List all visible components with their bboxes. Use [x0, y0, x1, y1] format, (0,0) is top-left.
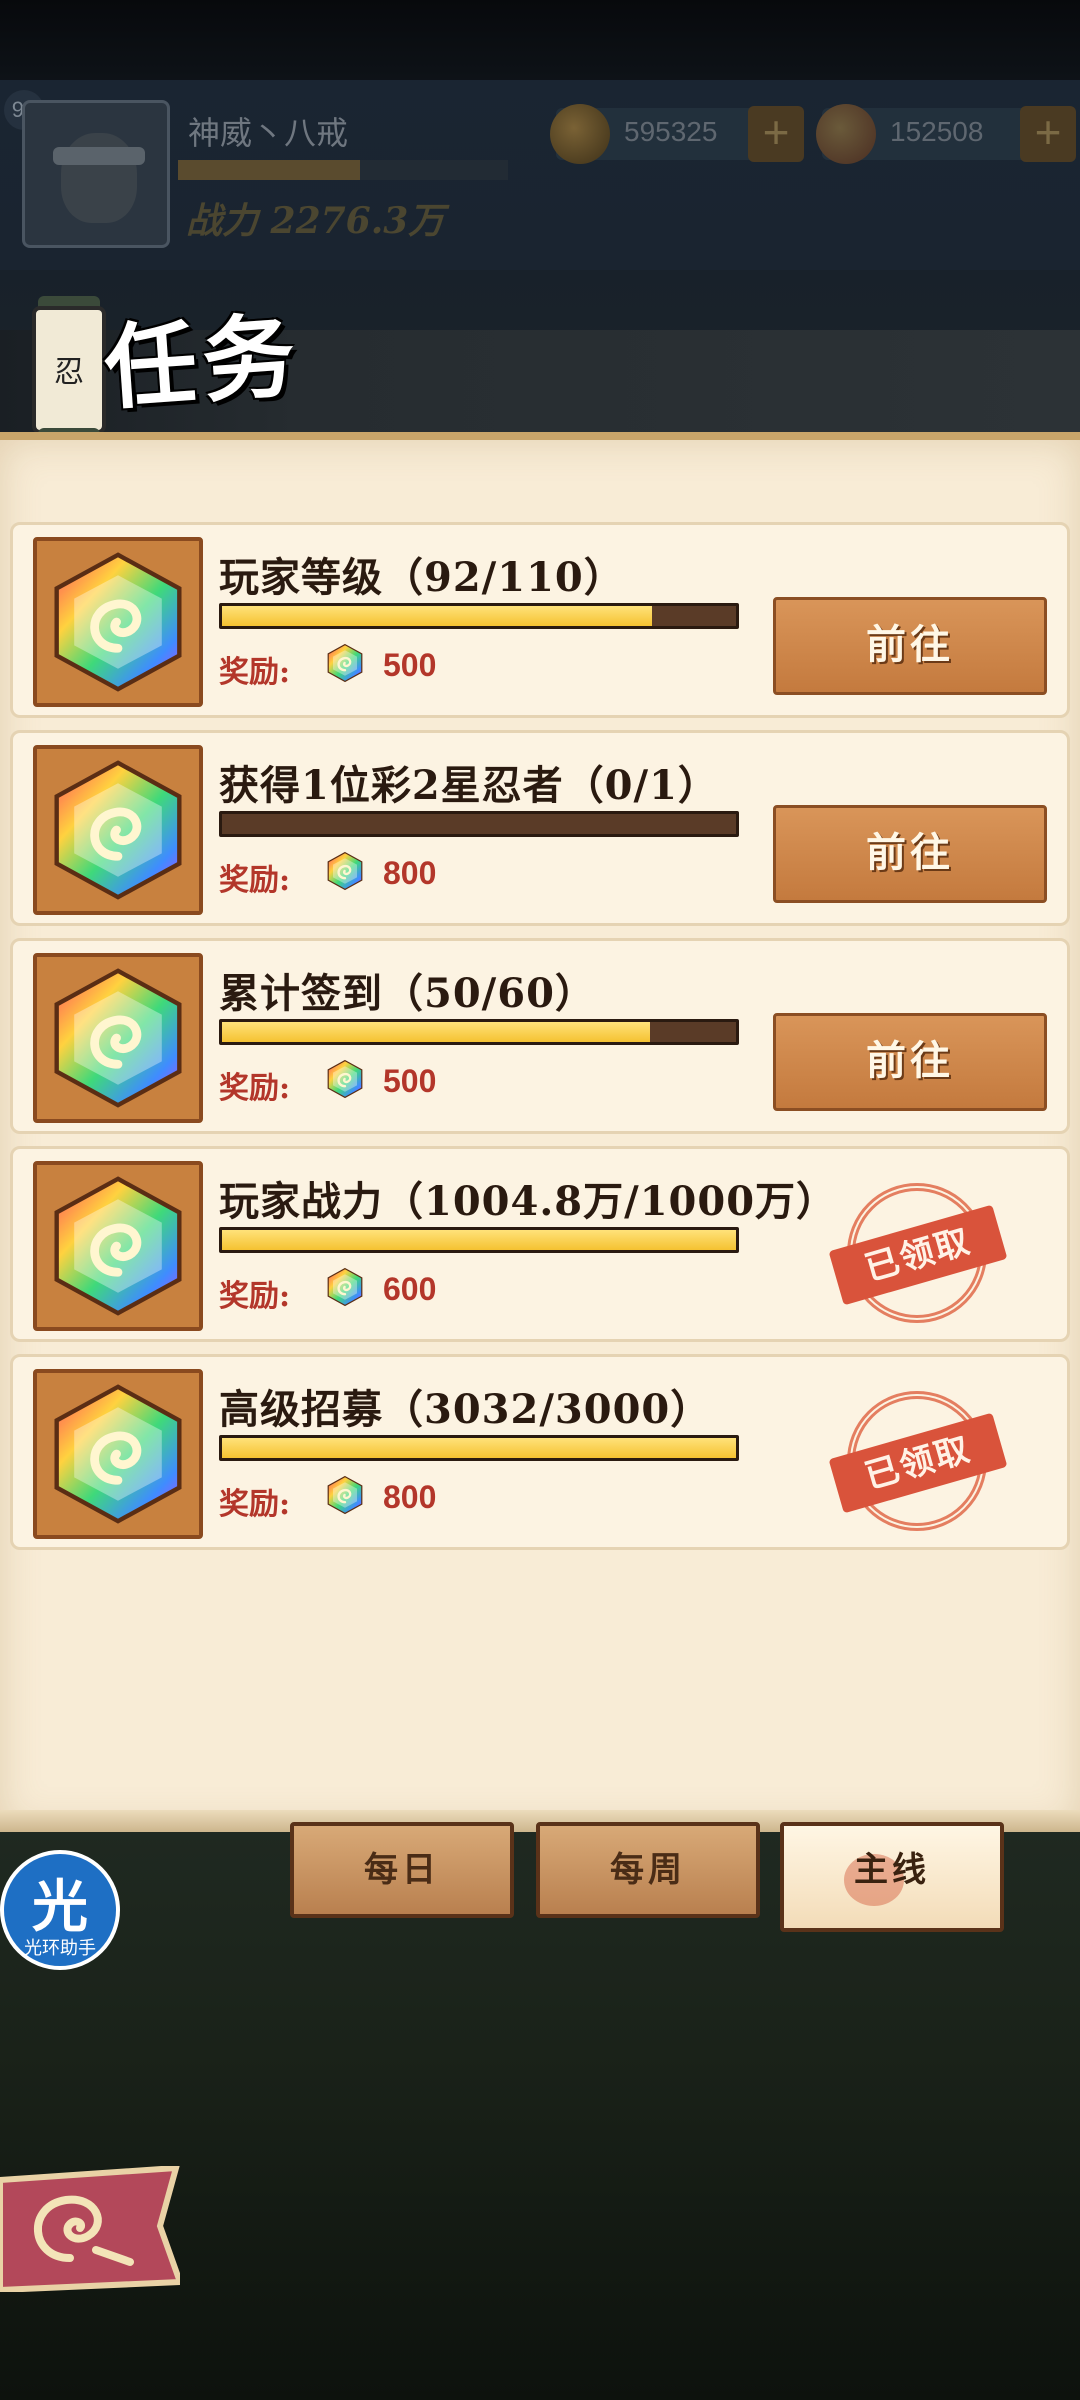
tab-weekly[interactable]: 每周 [536, 1822, 760, 1918]
reward-amount: 500 [383, 647, 437, 683]
tab-main-quest[interactable]: 主线 [780, 1822, 1004, 1932]
reward-gem-icon [325, 1475, 365, 1519]
reward-label: 奖励: [219, 1279, 291, 1314]
tab-weekly-label: 每周 [610, 1850, 686, 1890]
gem-value: 152508 [890, 116, 984, 147]
reward-amount: 800 [383, 855, 437, 891]
reward-label: 奖励: [219, 1487, 291, 1522]
reward-amount: 500 [383, 1063, 437, 1099]
go-button[interactable]: 前往 [773, 597, 1047, 695]
task-card: 高级招募（3032/3000） 奖励: 800 已领取 [10, 1354, 1070, 1550]
plus-icon: + [748, 106, 804, 162]
assistant-button[interactable]: 光 光环助手 [0, 1850, 120, 1970]
task-progress-fill [222, 606, 652, 626]
page-title: 任务 [100, 301, 305, 423]
task-progress-fill [222, 1022, 651, 1042]
scroll-glyph: 忍 [54, 355, 84, 390]
task-title: 高级招募（3032/3000） [219, 1386, 712, 1433]
task-card: 累计签到（50/60） 奖励: 500 前往 [10, 938, 1070, 1134]
back-banner-button[interactable] [0, 2166, 180, 2292]
player-avatar[interactable] [22, 100, 170, 248]
reward-gem-icon [325, 851, 365, 895]
task-title: 获得1位彩2星忍者（0/1） [219, 762, 719, 809]
gem-icon [816, 104, 876, 164]
plus-icon: + [1020, 106, 1076, 162]
go-button[interactable]: 前往 [773, 1013, 1047, 1111]
task-card: 玩家等级（92/110） 奖励: 500 前往 [10, 522, 1070, 718]
gem-counter: 152508 [816, 104, 1040, 164]
task-progress-bar [219, 603, 739, 629]
reward-amount: 600 [383, 1271, 437, 1307]
task-progress-bar [219, 1227, 739, 1253]
reward-label: 奖励: [219, 655, 291, 690]
reward-label: 奖励: [219, 863, 291, 898]
task-title: 累计签到（50/60） [219, 970, 596, 1017]
task-title: 玩家战力（1004.8万/1000万） [219, 1178, 838, 1225]
tab-daily-label: 每日 [364, 1850, 440, 1890]
player-name: 神威丶八戒 [188, 114, 349, 152]
reward-gem-icon [325, 1059, 365, 1103]
coin-value: 595325 [624, 116, 718, 147]
task-card: 玩家战力（1004.8万/1000万） 奖励: 600 已领取 [10, 1146, 1070, 1342]
player-power: 战力 2276.3万 [186, 200, 445, 242]
claimed-stamp: 已领取 [828, 1183, 1008, 1323]
task-progress-bar [219, 811, 739, 837]
rainbow-gem-icon [33, 537, 203, 707]
player-exp-fill [178, 160, 360, 180]
reward-gem-icon [325, 1267, 365, 1311]
task-progress-fill [222, 1230, 736, 1250]
task-progress-fill [222, 1438, 736, 1458]
rainbow-gem-icon [33, 745, 203, 915]
tab-daily[interactable]: 每日 [290, 1822, 514, 1918]
gem-add-button[interactable]: + [1020, 106, 1076, 162]
player-exp-bar [178, 160, 508, 180]
task-title: 玩家等级（92/110） [219, 554, 625, 601]
task-card: 获得1位彩2星忍者（0/1） 奖励: 800 前往 [10, 730, 1070, 926]
rainbow-gem-icon [33, 1369, 203, 1539]
coin-add-button[interactable]: + [748, 106, 804, 162]
avatar-headband [53, 147, 145, 165]
task-progress-bar [219, 1019, 739, 1045]
coin-icon [550, 104, 610, 164]
assistant-label: 光环助手 [24, 1938, 96, 1958]
reward-label: 奖励: [219, 1071, 291, 1106]
rainbow-gem-icon [33, 1161, 203, 1331]
tab-main-quest-label: 主线 [854, 1850, 930, 1890]
rainbow-gem-icon [33, 953, 203, 1123]
task-progress-bar [219, 1435, 739, 1461]
claimed-stamp: 已领取 [828, 1391, 1008, 1531]
scroll-icon: 忍 [32, 296, 106, 444]
reward-gem-icon [325, 643, 365, 687]
assistant-icon: 光 [32, 1874, 88, 1940]
go-button[interactable]: 前往 [773, 805, 1047, 903]
reward-amount: 800 [383, 1479, 437, 1515]
